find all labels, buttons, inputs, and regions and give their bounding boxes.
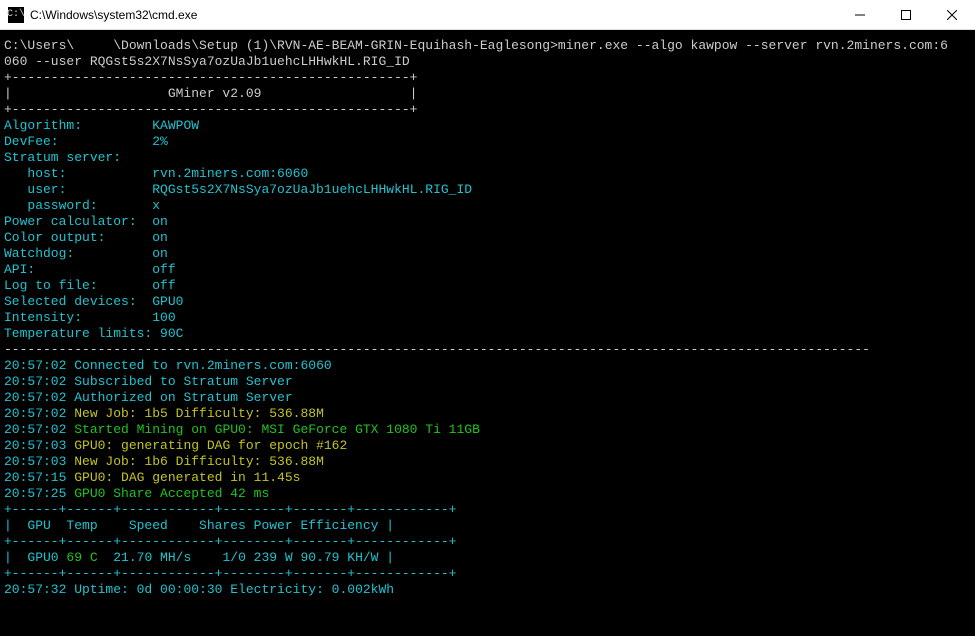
config-password-label: password:: [4, 198, 152, 213]
stats-border: +------+------+------------+--------+---…: [4, 534, 456, 549]
config-temp-value: 90C: [152, 326, 183, 341]
config-powercalc-value: on: [152, 214, 168, 229]
stats-border: +------+------+------------+--------+---…: [4, 566, 456, 581]
log-lines: 20:57:02 Connected to rvn.2miners.com:60…: [4, 358, 975, 502]
log-message: Authorized on Stratum Server: [66, 390, 292, 405]
banner-border: +---------------------------------------…: [4, 70, 417, 85]
status-msg: Uptime: 0d 00:00:30 Electricity: 0.002kW…: [66, 582, 394, 597]
window-titlebar: C:\ C:\Windows\system32\cmd.exe: [0, 0, 975, 30]
config-algorithm-value: KAWPOW: [152, 118, 199, 133]
window-controls: [837, 0, 975, 29]
log-timestamp: 20:57:02: [4, 374, 66, 389]
log-message: Subscribed to Stratum Server: [66, 374, 292, 389]
config-temp-label: Temperature limits:: [4, 326, 152, 341]
log-message: GPU0: generating DAG for epoch #162: [66, 438, 347, 453]
prompt-path: C:\Users\ \Downloads\Setup (1)\RVN-AE-BE…: [4, 38, 558, 53]
command-text: miner.exe --algo kawpow --server rvn.2mi…: [558, 38, 948, 53]
log-timestamp: 20:57:02: [4, 422, 66, 437]
divider-line: ----------------------------------------…: [4, 342, 870, 357]
command-text-2: 060 --user RQGst5s2X7NsSya7ozUaJb1uehcLH…: [4, 54, 410, 69]
config-color-label: Color output:: [4, 230, 152, 245]
config-host-label: host:: [4, 166, 152, 181]
stats-header: | GPU Temp Speed Shares Power Efficiency…: [4, 518, 394, 533]
config-devices-label: Selected devices:: [4, 294, 152, 309]
maximize-button[interactable]: [883, 0, 929, 29]
log-message: New Job: 1b5 Difficulty: 536.88M: [66, 406, 323, 421]
stats-row-pre: | GPU0: [4, 550, 66, 565]
stats-border: +------+------+------------+--------+---…: [4, 502, 456, 517]
config-log-label: Log to file:: [4, 278, 152, 293]
minimize-button[interactable]: [837, 0, 883, 29]
log-timestamp: 20:57:02: [4, 390, 66, 405]
banner-border: +---------------------------------------…: [4, 102, 417, 117]
config-user-label: user:: [4, 182, 152, 197]
banner-title: | GMiner v2.09 |: [4, 86, 417, 101]
terminal-output[interactable]: C:\Users\ \Downloads\Setup (1)\RVN-AE-BE…: [0, 30, 975, 636]
config-password-value: x: [152, 198, 160, 213]
config-powercalc-label: Power calculator:: [4, 214, 152, 229]
cmd-icon: C:\: [8, 7, 24, 23]
config-user-value: RQGst5s2X7NsSya7ozUaJb1uehcLHHwkHL.RIG_I…: [152, 182, 472, 197]
log-timestamp: 20:57:02: [4, 358, 66, 373]
config-watchdog-value: on: [152, 246, 168, 261]
config-devices-value: GPU0: [152, 294, 183, 309]
log-message: Connected to rvn.2miners.com:6060: [66, 358, 331, 373]
config-api-value: off: [152, 262, 175, 277]
log-timestamp: 20:57:03: [4, 454, 66, 469]
status-ts: 20:57:32: [4, 582, 66, 597]
config-stratum-label: Stratum server:: [4, 150, 121, 165]
log-message: New Job: 1b6 Difficulty: 536.88M: [66, 454, 323, 469]
log-timestamp: 20:57:02: [4, 406, 66, 421]
window-title: C:\Windows\system32\cmd.exe: [30, 8, 837, 22]
log-timestamp: 20:57:15: [4, 470, 66, 485]
log-message: GPU0: DAG generated in 11.45s: [66, 470, 300, 485]
config-log-value: off: [152, 278, 175, 293]
config-intensity-value: 100: [152, 310, 175, 325]
log-message: GPU0 Share Accepted 42 ms: [66, 486, 269, 501]
config-devfee-label: DevFee:: [4, 134, 152, 149]
config-intensity-label: Intensity:: [4, 310, 152, 325]
config-api-label: API:: [4, 262, 152, 277]
config-algorithm-label: Algorithm:: [4, 118, 152, 133]
stats-row-post: 21.70 MH/s 1/0 239 W 90.79 KH/W |: [98, 550, 394, 565]
log-message: Started Mining on GPU0: MSI GeForce GTX …: [66, 422, 479, 437]
stats-row-temp: 69 C: [66, 550, 97, 565]
log-timestamp: 20:57:03: [4, 438, 66, 453]
config-host-value: rvn.2miners.com:6060: [152, 166, 308, 181]
close-button[interactable]: [929, 0, 975, 29]
config-devfee-value: 2%: [152, 134, 168, 149]
config-color-value: on: [152, 230, 168, 245]
config-watchdog-label: Watchdog:: [4, 246, 152, 261]
log-timestamp: 20:57:25: [4, 486, 66, 501]
